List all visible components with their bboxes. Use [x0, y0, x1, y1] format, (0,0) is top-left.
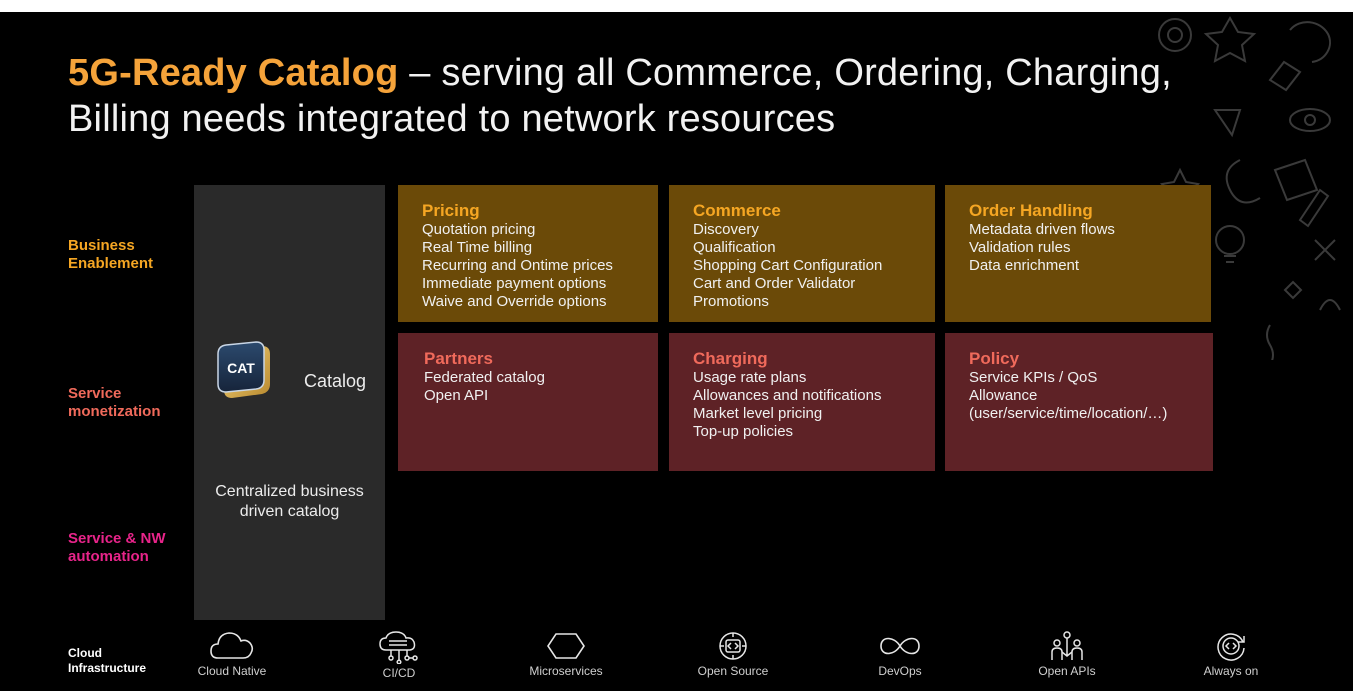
infra-item-label: Open Source [697, 664, 769, 678]
infra-ci-cd: CI/CD [344, 630, 454, 680]
policy-item: Allowance [969, 387, 1038, 404]
cloud-infrastructure-label: Cloud Infrastructure [68, 646, 147, 675]
title-accent: 5G-Ready Catalog [68, 52, 399, 94]
infra-open-apis: Open APIs [1012, 630, 1122, 678]
commerce-title: Commerce [693, 201, 781, 220]
policy-title: Policy [969, 349, 1020, 368]
infra-always-on: Always on [1176, 630, 1286, 678]
commerce-item: Discovery [693, 221, 759, 238]
commerce-box: Commerce Discovery Qualification Shoppin… [669, 185, 935, 322]
order-handling-title: Order Handling [969, 201, 1093, 220]
commerce-item: Qualification [693, 239, 776, 256]
infra-microservices: Microservices [511, 630, 621, 678]
partners-item: Open API [424, 387, 489, 404]
charging-item: Usage rate plans [693, 369, 807, 386]
catalog-badge-icon: CAT [217, 341, 270, 398]
pricing-item: Recurring and Ontime prices [422, 257, 613, 274]
pricing-item: Real Time billing [422, 239, 533, 256]
infra-cloud-native: Cloud Native [177, 630, 287, 678]
infra-item-label: Cloud Native [197, 664, 267, 678]
cloud-pipeline-icon [379, 631, 418, 664]
refresh-code-icon [1217, 633, 1245, 661]
charging-box: Charging Usage rate plans Allowances and… [669, 333, 935, 471]
pricing-title: Pricing [422, 201, 480, 220]
policy-item: (user/service/time/location/…) [969, 405, 1168, 422]
infra-item-label: Always on [1203, 664, 1259, 678]
infra-devops: DevOps [845, 630, 955, 678]
infinity-icon [880, 637, 920, 655]
row-label-business-enablement: Business Enablement [68, 237, 154, 272]
commerce-item: Promotions [693, 293, 769, 310]
commerce-item: Shopping Cart Configuration [693, 257, 883, 274]
partners-title: Partners [424, 349, 493, 368]
pricing-box: Pricing Quotation pricing Real Time bill… [398, 185, 658, 322]
order-handling-item: Metadata driven flows [969, 221, 1115, 238]
commerce-item: Cart and Order Validator [693, 275, 856, 292]
catalog-column: CAT Catalog Centralized business driven … [194, 185, 385, 620]
charging-title: Charging [693, 349, 768, 368]
cloud-icon [210, 632, 254, 659]
pricing-item: Immediate payment options [422, 275, 607, 292]
charging-item: Market level pricing [693, 405, 823, 422]
partners-box: Partners Federated catalog Open API [398, 333, 658, 471]
code-chip-icon [719, 632, 747, 660]
infra-item-label: CI/CD [382, 666, 416, 680]
hexagon-icon [547, 633, 585, 659]
pricing-item: Quotation pricing [422, 221, 536, 238]
slide: 5G-Ready Catalog – serving all Commerce,… [0, 0, 1353, 691]
policy-item: Service KPIs / QoS [969, 369, 1098, 386]
infra-open-source: Open Source [678, 630, 788, 678]
row-label-service-nw-automation: Service & NW automation [68, 530, 166, 565]
infra-item-label: DevOps [878, 664, 922, 678]
charging-item: Allowances and notifications [693, 387, 882, 404]
pricing-item: Waive and Override options [422, 293, 607, 310]
order-handling-item: Data enrichment [969, 257, 1080, 274]
catalog-description: Centralized business driven catalog [215, 483, 364, 520]
catalog-badge-text: CAT [227, 360, 255, 376]
policy-box: Policy Service KPIs / QoS Allowance (use… [945, 333, 1213, 471]
charging-item: Top-up policies [693, 423, 794, 440]
people-network-icon [1051, 631, 1083, 660]
catalog-label: Catalog [304, 371, 367, 391]
order-handling-item: Validation rules [969, 239, 1071, 256]
partners-item: Federated catalog [424, 369, 545, 386]
order-handling-box: Order Handling Metadata driven flows Val… [945, 185, 1211, 322]
slide-title: 5G-Ready Catalog – serving all Commerce,… [68, 50, 1268, 142]
row-label-service-monetization: Service monetization [68, 385, 161, 420]
infra-item-label: Open APIs [1038, 664, 1096, 678]
infra-item-label: Microservices [529, 664, 603, 678]
